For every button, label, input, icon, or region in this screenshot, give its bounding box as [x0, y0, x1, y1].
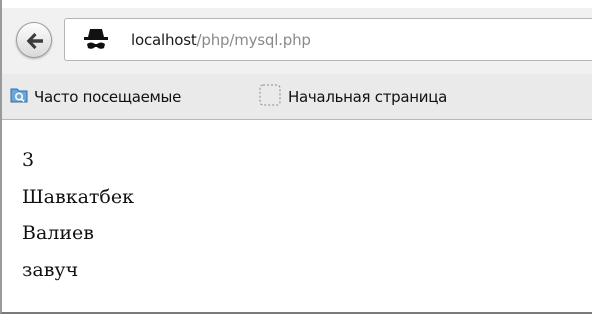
- bookmark-most-visited-label: Часто посещаемые: [34, 88, 182, 106]
- back-arrow-icon: [26, 32, 43, 50]
- record-first-name: Шавкатбек: [22, 185, 134, 208]
- bookmarks-toolbar: Часто посещаемые Начальная страница: [2, 74, 592, 120]
- url-host: localhost: [131, 31, 197, 49]
- record-last-name: Валиев: [22, 222, 94, 244]
- back-button[interactable]: [16, 22, 52, 58]
- bookmark-start-page[interactable]: Начальная страница: [258, 84, 447, 110]
- private-browsing-icon: [84, 29, 108, 49]
- url-text[interactable]: localhost/php/mysql.php: [131, 30, 311, 50]
- page-content: 3 Шавкатбек Валиев завуч: [22, 142, 134, 288]
- address-bar[interactable]: localhost/php/mysql.php: [64, 18, 592, 61]
- record-position: завуч: [22, 258, 79, 281]
- blank-page-icon: [258, 83, 282, 111]
- navigation-toolbar: localhost/php/mysql.php: [2, 8, 592, 74]
- bookmark-start-page-label: Начальная страница: [288, 88, 447, 106]
- url-path: /php/mysql.php: [196, 31, 311, 49]
- bookmark-most-visited[interactable]: Часто посещаемые: [10, 84, 181, 110]
- record-id: 3: [22, 149, 35, 171]
- most-visited-folder-icon: [10, 86, 28, 108]
